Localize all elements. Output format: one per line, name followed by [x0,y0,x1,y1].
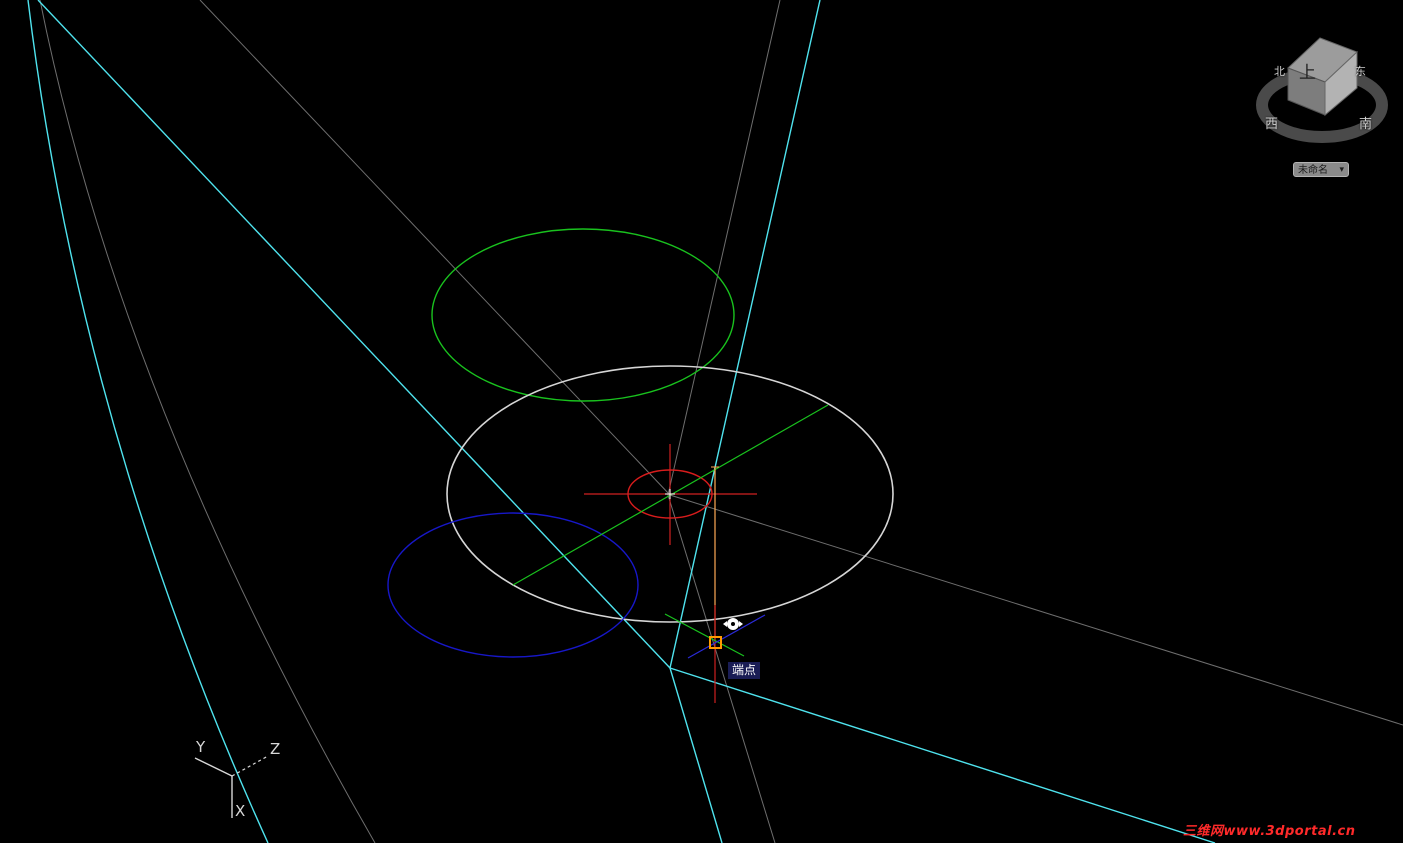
grey-construction-arc [39,0,376,843]
ucs-z-label: Z [270,740,281,758]
watermark: 三维网www.3dportal.cn [1183,824,1356,839]
osnap-tooltip: 端点 [728,662,761,679]
ucs-x-label: X [235,802,246,820]
model-space[interactable] [0,0,1403,843]
ucs-dropdown[interactable]: 未命名 ▾ [1293,162,1349,177]
ucs-dropdown-label: 未命名 [1298,165,1328,176]
cyan-edge-bottom [669,667,1216,843]
green-circle[interactable] [431,228,735,402]
orbit-cursor-icon [723,618,743,630]
ucs-icon [194,755,269,818]
viewcube-face-label[interactable]: 上 [1299,65,1316,82]
cyan-edge-diagonal [37,0,671,669]
cyan-edge-left-arc [27,0,269,843]
ucs-y-label: Y [196,738,206,756]
viewcube-east-label[interactable]: 东 [1355,65,1366,79]
viewcube-south-label[interactable]: 南 [1359,118,1372,132]
viewcube-north-label[interactable]: 北 [1274,65,1285,79]
viewcube-graphic[interactable] [1255,30,1390,150]
viewcube[interactable]: 北 东 西 南 上 [1255,30,1390,150]
viewcube-west-label[interactable]: 西 [1265,118,1278,132]
chevron-down-icon: ▾ [1339,165,1344,175]
drawing-viewport[interactable]: Y Z X 端点 [0,0,1403,843]
cyan-edge-vertical [669,0,821,843]
